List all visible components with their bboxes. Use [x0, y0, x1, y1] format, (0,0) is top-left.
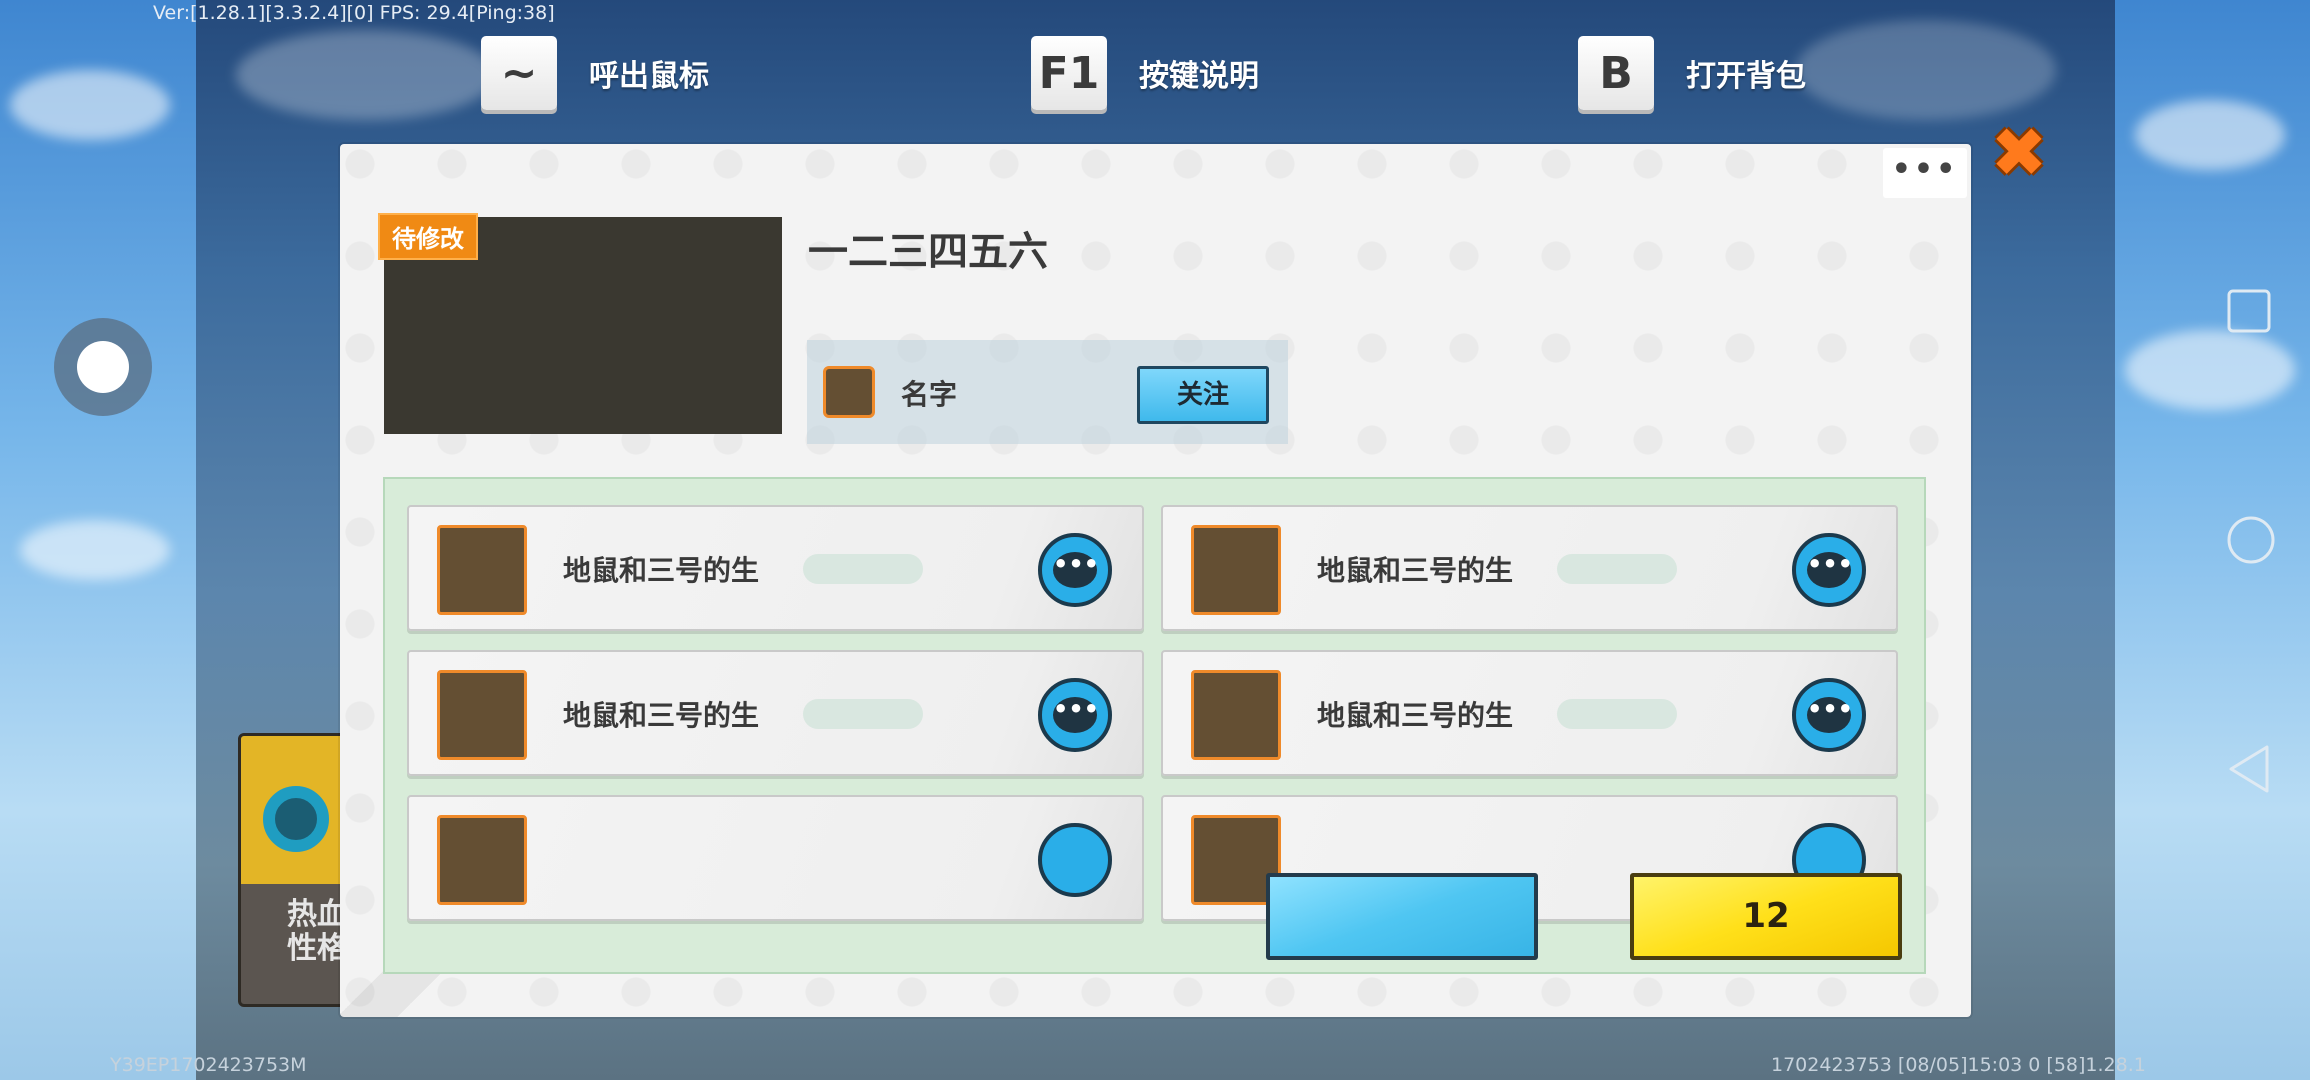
joystick-knob[interactable] — [77, 341, 129, 393]
map-title: 一二三四五六 — [808, 229, 1048, 275]
list-item[interactable]: 地鼠和三号的生 ••• — [407, 505, 1144, 631]
footer-info: 1702423753 [08/05]15:03 0 [58]1.28.1 — [1771, 1054, 2146, 1076]
item-name: 地鼠和三号的生 — [563, 699, 760, 732]
background-sky-right — [2115, 0, 2310, 1080]
follow-button[interactable]: 关注 — [1137, 366, 1269, 424]
list-item-partial[interactable] — [407, 795, 1144, 921]
item-name: 地鼠和三号的生 — [1317, 699, 1514, 732]
cloud-decoration — [1796, 20, 2056, 120]
item-placeholder-bar — [803, 699, 923, 729]
move-joystick[interactable] — [54, 318, 152, 416]
cloud-decoration — [10, 70, 170, 140]
primary-action-button[interactable] — [1266, 873, 1538, 960]
chat-bubble-icon: ••• — [1053, 552, 1099, 588]
list-item[interactable]: 地鼠和三号的生 ••• — [407, 650, 1144, 776]
hint-show-mouse[interactable]: ~ 呼出鼠标 — [481, 36, 709, 110]
tilde-key-icon: ~ — [481, 36, 557, 110]
more-options-button[interactable]: ••• — [1883, 148, 1967, 198]
cloud-decoration — [2125, 330, 2295, 410]
f1-key-icon: F1 — [1031, 36, 1107, 110]
item-avatar[interactable] — [1191, 670, 1281, 760]
author-panel: 名字 关注 — [807, 340, 1288, 444]
side-card-banner — [241, 736, 351, 884]
cloud-decoration — [20, 520, 170, 580]
map-detail-dialog: ••• 待修改 一二三四五六 名字 关注 地鼠和三号的生 ••• 地鼠和三号的生… — [340, 144, 1971, 1017]
item-avatar[interactable] — [1191, 525, 1281, 615]
background-sky-left — [0, 0, 196, 1080]
item-name: 地鼠和三号的生 — [1317, 554, 1514, 587]
hint-open-backpack[interactable]: B 打开背包 — [1578, 36, 1806, 110]
hint-label: 呼出鼠标 — [589, 59, 709, 94]
home-icon[interactable] — [2225, 514, 2277, 566]
recent-apps-icon[interactable] — [2225, 287, 2275, 337]
b-key-icon: B — [1578, 36, 1654, 110]
list-item[interactable]: 地鼠和三号的生 ••• — [1161, 505, 1898, 631]
status-tag: 待修改 — [378, 213, 478, 260]
male-symbol-icon — [263, 786, 329, 852]
price-button[interactable]: 12 — [1630, 873, 1902, 960]
item-placeholder-bar — [1557, 554, 1677, 584]
item-name: 地鼠和三号的生 — [563, 554, 760, 587]
item-placeholder-bar — [1557, 699, 1677, 729]
list-item[interactable]: 地鼠和三号的生 ••• — [1161, 650, 1898, 776]
side-card-label: 热血 性格 — [241, 884, 351, 966]
author-name[interactable]: 名字 — [901, 373, 957, 413]
item-avatar[interactable] — [437, 525, 527, 615]
cloud-decoration — [236, 30, 496, 120]
device-id: Y39EP1702423753M — [110, 1054, 307, 1076]
hint-label: 按键说明 — [1139, 59, 1259, 94]
back-icon[interactable] — [2225, 743, 2275, 795]
chat-icon[interactable] — [1038, 823, 1112, 897]
chat-bubble-icon: ••• — [1053, 697, 1099, 733]
close-icon[interactable]: ✖ — [1983, 118, 2055, 190]
side-character-card[interactable]: 热血 性格 — [238, 733, 354, 1007]
chat-icon[interactable]: ••• — [1038, 678, 1112, 752]
hint-label: 打开背包 — [1686, 59, 1806, 94]
item-placeholder-bar — [803, 554, 923, 584]
chat-bubble-icon: ••• — [1807, 552, 1853, 588]
chat-icon[interactable]: ••• — [1792, 533, 1866, 607]
chat-bubble-icon: ••• — [1807, 697, 1853, 733]
chat-icon[interactable]: ••• — [1792, 678, 1866, 752]
cloud-decoration — [2135, 100, 2285, 170]
hint-key-help[interactable]: F1 按键说明 — [1031, 36, 1259, 110]
item-avatar[interactable] — [437, 670, 527, 760]
author-avatar[interactable] — [823, 366, 875, 418]
version-info: Ver:[1.28.1][3.3.2.4][0] FPS: 29.4[Ping:… — [153, 2, 555, 24]
chat-icon[interactable]: ••• — [1038, 533, 1112, 607]
item-avatar[interactable] — [437, 815, 527, 905]
